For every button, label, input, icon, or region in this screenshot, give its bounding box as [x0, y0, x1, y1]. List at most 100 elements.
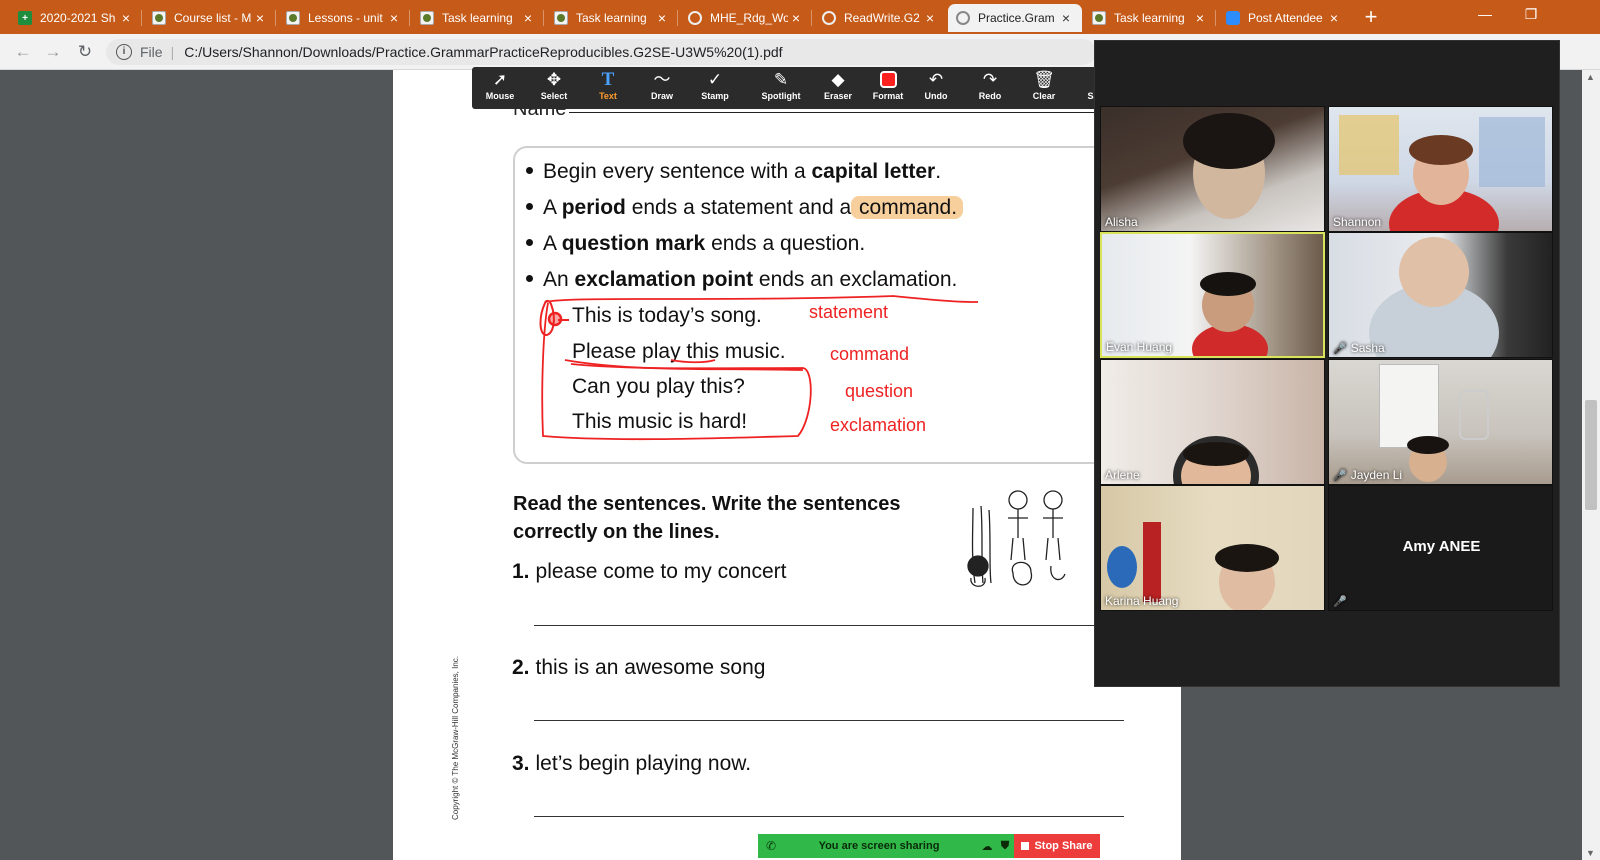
tab-close-icon[interactable]: ×	[1326, 10, 1342, 26]
new-tab-button[interactable]: +	[1358, 5, 1384, 31]
answer-line[interactable]	[534, 816, 1124, 817]
participant-name-text: Sasha	[1350, 341, 1385, 355]
tool-format[interactable]: Format	[862, 69, 914, 107]
item-number: 3.	[512, 752, 530, 775]
tool-clear[interactable]: 🗑 Clear	[1018, 69, 1070, 107]
scrollbar-thumb[interactable]	[1585, 400, 1597, 510]
tool-undo[interactable]: ↶ Undo	[910, 69, 962, 107]
tool-select[interactable]: ✥ Select	[528, 69, 580, 107]
tab-separator	[543, 10, 544, 26]
forward-icon[interactable]: →	[40, 40, 66, 64]
tab-close-icon[interactable]: ×	[788, 10, 804, 26]
stamp-icon: ✓	[707, 70, 723, 89]
doc-icon	[286, 11, 300, 25]
tab-label: Lessons - unit	[308, 11, 383, 25]
participant-name-text: Shannon	[1333, 215, 1382, 229]
tab-task-learning-1[interactable]: Task learning ×	[412, 4, 544, 32]
participant-tile[interactable]: Arlene	[1100, 359, 1325, 485]
url-text[interactable]: C:/Users/Shannon/Downloads/Practice.Gram…	[184, 44, 782, 60]
participant-tile[interactable]: Shannon	[1328, 106, 1553, 232]
participant-name-text: Jayden Li	[1350, 468, 1403, 482]
tab-close-icon[interactable]: ×	[520, 10, 536, 26]
url-divider: |	[170, 44, 175, 60]
ink-drawing	[539, 295, 979, 441]
answer-line[interactable]	[534, 720, 1124, 721]
item-number: 1.	[512, 560, 530, 583]
participant-hair	[1407, 436, 1449, 454]
participant-tile[interactable]: Karina Huang	[1100, 485, 1325, 611]
participant-tile-active-speaker[interactable]: Evan Huang	[1100, 232, 1325, 358]
chair-image	[1459, 390, 1489, 440]
zoom-icon	[1226, 11, 1240, 25]
tab-spreadsheet[interactable]: + 2020-2021 Sh ×	[10, 4, 142, 32]
participant-name-text: Karina Huang	[1105, 594, 1179, 608]
tab-separator	[275, 10, 276, 26]
tab-task-learning-3[interactable]: Task learning ×	[1084, 4, 1216, 32]
muted-mic-icon: 🎤	[1333, 342, 1347, 355]
tab-separator	[141, 10, 142, 26]
tab-close-icon[interactable]: ×	[386, 10, 402, 26]
answer-line[interactable]	[534, 625, 1124, 626]
draw-icon: 〜	[653, 70, 671, 89]
tab-lessons[interactable]: Lessons - unit ×	[278, 4, 410, 32]
url-field[interactable]: i File | C:/Users/Shannon/Downloads/Prac…	[106, 39, 1096, 65]
back-icon[interactable]: ←	[10, 40, 36, 64]
tab-label: Practice.Gram	[978, 11, 1055, 25]
screen-share-status[interactable]: ✆ You are screen sharing ☁ ⛊	[758, 834, 1014, 858]
tool-redo[interactable]: ↷ Redo	[964, 69, 1016, 107]
item-number: 2.	[512, 656, 530, 679]
scroll-down-icon[interactable]: ▼	[1586, 848, 1595, 858]
tab-close-icon[interactable]: ×	[1192, 10, 1208, 26]
tab-separator	[409, 10, 410, 26]
tool-label: Draw	[650, 91, 673, 101]
participant-hair	[1183, 442, 1249, 466]
tool-text[interactable]: T Text	[582, 69, 634, 107]
undo-icon: ↶	[928, 70, 944, 89]
participant-name: Alisha	[1105, 215, 1138, 229]
tab-course-list[interactable]: Course list - M ×	[144, 4, 276, 32]
tool-mouse[interactable]: ➚ Mouse	[474, 69, 526, 107]
shield-icon[interactable]: ⛊	[996, 840, 1014, 853]
participant-name: Evan Huang	[1106, 340, 1172, 354]
tool-spotlight[interactable]: ✎ Spotlight	[750, 69, 812, 107]
sheets-icon: +	[18, 11, 32, 25]
stop-share-label: Stop Share	[1034, 840, 1093, 852]
tab-post-attendee[interactable]: Post Attendee ×	[1218, 4, 1350, 32]
tool-eraser[interactable]: ◆ Eraser	[812, 69, 864, 107]
tab-close-icon[interactable]: ×	[1058, 10, 1074, 26]
cloud-icon[interactable]: ☁	[978, 840, 996, 853]
minimize-button[interactable]: —	[1462, 0, 1508, 30]
muted-mic-icon: 🎤	[1333, 469, 1347, 482]
participant-hair	[1409, 135, 1473, 165]
tab-separator	[677, 10, 678, 26]
tool-stamp[interactable]: ✓ Stamp	[689, 69, 741, 107]
tab-close-icon[interactable]: ×	[922, 10, 938, 26]
stop-share-button[interactable]: Stop Share	[1014, 834, 1100, 858]
restore-button[interactable]: ❐	[1508, 0, 1554, 30]
instructions-heading: Read the sentences. Write the sentences …	[513, 493, 901, 543]
reload-icon[interactable]: ↻	[72, 40, 98, 64]
tab-close-icon[interactable]: ×	[118, 10, 134, 26]
participant-tile[interactable]: 🎤 Jayden Li	[1328, 359, 1553, 485]
tab-practice-grammar[interactable]: Practice.Gram ×	[948, 4, 1082, 32]
tab-close-icon[interactable]: ×	[252, 10, 268, 26]
tool-draw[interactable]: 〜 Draw	[636, 69, 688, 107]
tab-readwrite[interactable]: ReadWrite.G2 ×	[814, 4, 946, 32]
tab-close-icon[interactable]: ×	[654, 10, 670, 26]
scroll-up-icon[interactable]: ▲	[1586, 72, 1595, 82]
bookshelf-image	[1143, 522, 1161, 602]
participant-tile[interactable]: 🎤 Sasha	[1328, 232, 1553, 358]
doc-icon	[554, 11, 568, 25]
tab-mhe-rdg[interactable]: MHE_Rdg_Wo ×	[680, 4, 812, 32]
tool-label: Text	[599, 91, 617, 101]
ink-annotation: exclamation	[830, 415, 927, 435]
format-color-icon	[862, 69, 914, 91]
participant-name: 🎤 Sasha	[1333, 341, 1385, 355]
tool-label: Stamp	[701, 91, 729, 101]
tab-task-learning-2[interactable]: Task learning ×	[546, 4, 678, 32]
pdf-scrollbar[interactable]: ▲ ▼	[1582, 70, 1600, 860]
participant-tile-video-off[interactable]: Amy ANEE 🎤	[1328, 485, 1553, 611]
info-icon[interactable]: i	[116, 44, 132, 60]
ink-annotation: statement	[809, 302, 889, 322]
participant-tile[interactable]: Alisha	[1100, 106, 1325, 232]
